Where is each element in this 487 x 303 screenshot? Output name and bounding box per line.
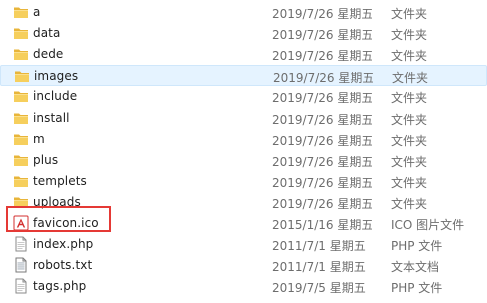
file-name: uploads — [33, 194, 81, 209]
php-file-icon — [13, 278, 29, 294]
php-file-icon — [13, 236, 29, 252]
modified-date: 2019/7/26 星期五 — [272, 7, 372, 21]
file-row-templets[interactable]: templets 2019/7/26 星期五 文件夹 — [0, 171, 487, 192]
folder-icon — [13, 46, 29, 62]
file-name: index.php — [33, 237, 94, 252]
file-type: 文件夹 — [391, 154, 428, 169]
folder-icon — [13, 173, 29, 189]
folder-icon — [13, 25, 29, 41]
file-row-m[interactable]: m 2019/7/26 星期五 文件夹 — [0, 129, 487, 150]
file-type: 文件夹 — [391, 7, 428, 21]
file-type: ICO 图片文件 — [391, 218, 465, 232]
folder-icon — [13, 88, 29, 104]
modified-date: 2019/7/26 星期五 — [272, 49, 372, 64]
file-name: favicon.ico — [33, 216, 99, 230]
file-type: PHP 文件 — [391, 281, 443, 296]
file-name: data — [33, 26, 61, 41]
file-row-uploads[interactable]: uploads 2019/7/26 星期五 文件夹 — [0, 192, 487, 213]
file-row-images[interactable]: images 2019/7/26 星期五 文件夹 — [0, 65, 487, 87]
file-row-favicon-ico[interactable]: favicon.ico 2015/1/16 星期五 ICO 图片文件 — [0, 213, 487, 234]
file-row-dede[interactable]: dede 2019/7/26 星期五 文件夹 — [0, 44, 487, 65]
file-name: include — [33, 89, 78, 104]
file-type: 文件夹 — [391, 28, 428, 43]
file-type: 文件夹 — [391, 112, 428, 127]
acrobat-ico-icon — [13, 215, 29, 231]
file-name: m — [33, 131, 45, 146]
file-type: 文件夹 — [392, 71, 429, 86]
modified-date: 2019/7/26 星期五 — [272, 91, 372, 106]
modified-date: 2019/7/26 星期五 — [272, 154, 372, 169]
folder-icon — [13, 110, 29, 126]
file-type: 文件夹 — [391, 196, 428, 211]
file-type: 文件夹 — [391, 49, 428, 64]
file-row-data[interactable]: data 2019/7/26 星期五 文件夹 — [0, 23, 487, 44]
modified-date: 2019/7/26 星期五 — [272, 175, 372, 190]
file-name: images — [34, 69, 79, 84]
file-row-index-php[interactable]: index.php 2011/7/1 星期五 PHP 文件 — [0, 234, 487, 255]
modified-date: 2019/7/26 星期五 — [272, 28, 372, 43]
file-name: templets — [33, 173, 87, 188]
file-row-plus[interactable]: plus 2019/7/26 星期五 文件夹 — [0, 150, 487, 171]
file-type: PHP 文件 — [391, 239, 443, 254]
modified-date: 2015/1/16 星期五 — [272, 218, 372, 232]
file-row-install[interactable]: install 2019/7/26 星期五 文件夹 — [0, 108, 487, 129]
folder-icon — [13, 4, 29, 20]
modified-date: 2019/7/26 星期五 — [272, 133, 372, 148]
file-type: 文本文档 — [391, 260, 440, 275]
file-name: dede — [33, 47, 64, 62]
modified-date: 2011/7/1 星期五 — [272, 239, 366, 254]
modified-date: 2019/7/26 星期五 — [272, 112, 372, 127]
folder-icon — [13, 131, 29, 147]
file-row-tags-php[interactable]: tags.php 2019/7/5 星期五 PHP 文件 — [0, 276, 487, 297]
modified-date: 2011/7/1 星期五 — [272, 260, 366, 275]
modified-date: 2019/7/26 星期五 — [273, 71, 373, 86]
file-name: robots.txt — [33, 258, 93, 273]
file-type: 文件夹 — [391, 133, 428, 148]
file-type: 文件夹 — [391, 91, 428, 106]
file-row-a[interactable]: a 2019/7/26 星期五 文件夹 — [0, 2, 487, 23]
file-list: a 2019/7/26 星期五 文件夹 data 2019/7/26 星期五 文件夹 ded… — [0, 0, 487, 303]
modified-date: 2019/7/5 星期五 — [272, 281, 366, 296]
file-name: a — [33, 5, 41, 19]
text-file-icon — [13, 257, 29, 273]
file-row-robots-txt[interactable]: robots.txt 2011/7/1 星期五 文本文档 — [0, 255, 487, 276]
folder-icon — [13, 194, 29, 210]
file-type: 文件夹 — [391, 175, 428, 190]
file-name: tags.php — [33, 279, 87, 294]
file-name: plus — [33, 152, 59, 167]
folder-icon — [14, 68, 30, 84]
folder-icon — [13, 152, 29, 168]
file-name: install — [33, 110, 70, 125]
modified-date: 2019/7/26 星期五 — [272, 196, 372, 211]
file-row-include[interactable]: include 2019/7/26 星期五 文件夹 — [0, 86, 487, 107]
